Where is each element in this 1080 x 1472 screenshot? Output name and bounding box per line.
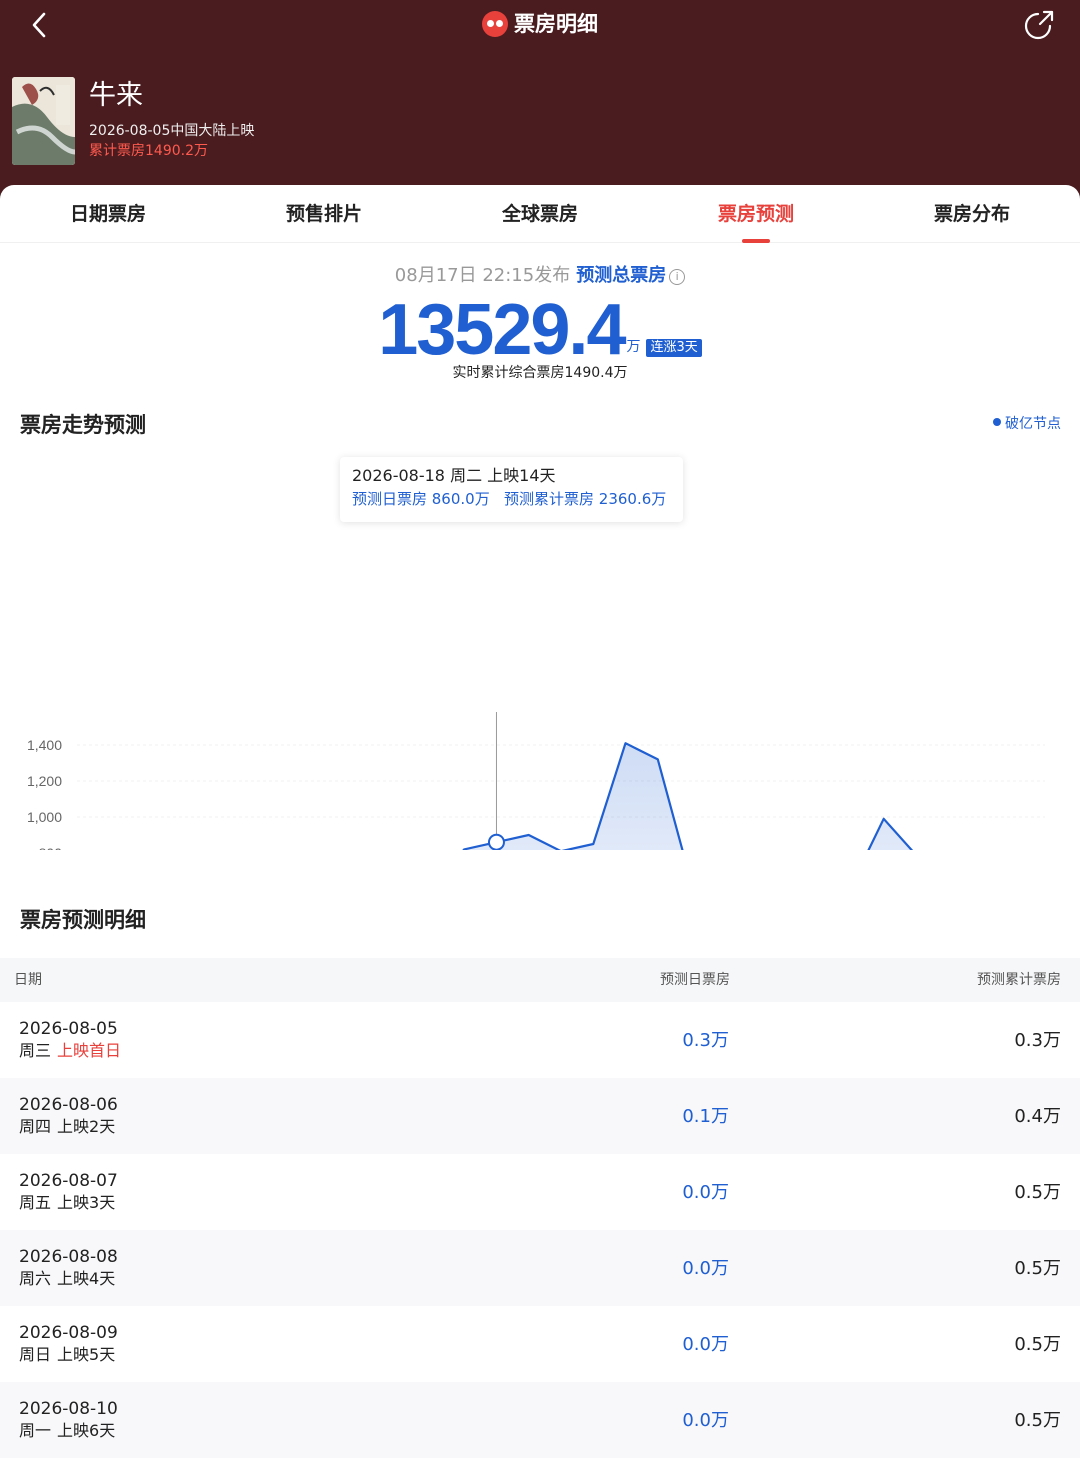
maoyan-logo-icon <box>482 11 508 37</box>
chart-legend[interactable]: 破亿节点 <box>993 414 1061 434</box>
row-daily-value: 0.0万 <box>682 1334 729 1355</box>
chart-tooltip: 2026-08-18 周二 上映14天 预测日票房 860.0万 预测累计票房 … <box>340 457 683 522</box>
row-cumulative-value: 0.5万 <box>1014 1258 1061 1279</box>
tab-global-box-office[interactable]: 全球票房 <box>432 185 648 243</box>
info-icon[interactable]: i <box>669 269 686 285</box>
release-day-tag: 上映首日 <box>57 1041 122 1060</box>
release-info: 2026-08-05中国大陆上映 <box>89 123 255 139</box>
release-day-tag: 上映3天 <box>57 1193 116 1212</box>
row-date: 2026-08-07 <box>19 1171 118 1191</box>
legend-label: 破亿节点 <box>1005 416 1061 432</box>
release-day-tag: 上映5天 <box>57 1345 116 1364</box>
col-date: 日期 <box>14 972 42 988</box>
row-cumulative-value: 0.3万 <box>1014 1030 1061 1051</box>
table-row[interactable]: 2026-08-10 周一 上映6天 0.0万 0.5万 <box>0 1382 1080 1458</box>
row-daily-value: 0.3万 <box>682 1030 729 1051</box>
row-cumulative-value: 0.5万 <box>1014 1182 1061 1203</box>
table-row[interactable]: 2026-08-06 周四 上映2天 0.1万 0.4万 <box>0 1078 1080 1154</box>
row-date: 2026-08-10 <box>19 1399 118 1419</box>
streak-badge: 连涨3天 <box>646 339 702 357</box>
row-daily-value: 0.0万 <box>682 1258 729 1279</box>
row-date: 2026-08-06 <box>19 1095 118 1115</box>
col-cumulative-forecast: 预测累计票房 <box>977 972 1061 988</box>
row-weekday: 周三 上映首日 <box>19 1041 122 1060</box>
realtime-box-office: 实时累计综合票房1490.4万 <box>452 365 628 381</box>
y-tick-label: 1,400 <box>27 737 62 753</box>
tab-box-office-forecast[interactable]: 票房预测 <box>648 185 864 243</box>
movie-title: 牛来 <box>89 80 143 111</box>
movie-poster[interactable] <box>12 77 75 165</box>
table-row[interactable]: 2026-08-08 周六 上映4天 0.0万 0.5万 <box>0 1230 1080 1306</box>
forecast-total-value: 13529.4 <box>378 290 626 370</box>
trend-section-title: 票房走势预测 <box>20 413 146 437</box>
chart-line <box>462 742 914 850</box>
chart-highlight-point <box>487 833 505 850</box>
tooltip-values: 预测日票房 860.0万 预测累计票房 2360.6万 <box>352 487 671 511</box>
forecast-publish-line: 08月17日 22:15发布 预测总票房 i <box>0 263 1080 289</box>
header: 票房明细 牛来 2026-08-05中国大陆上映 累计票房1490.2万 <box>0 0 1080 200</box>
row-cumulative-value: 0.5万 <box>1014 1410 1061 1431</box>
release-day-tag: 上映6天 <box>57 1421 116 1440</box>
row-daily-value: 0.1万 <box>682 1106 729 1127</box>
forecast-total-label: 预测总票房 <box>576 265 667 286</box>
col-daily-forecast: 预测日票房 <box>660 972 730 988</box>
tab-bar: 日期票房 预售排片 全球票房 票房预测 票房分布 <box>0 185 1080 243</box>
release-day-tag: 上映4天 <box>57 1269 116 1288</box>
release-day-tag: 上映2天 <box>57 1117 116 1136</box>
page-title: 票房明细 <box>0 8 1080 40</box>
y-tick-label: 1,000 <box>27 809 62 825</box>
main-content: 日期票房 预售排片 全球票房 票房预测 票房分布 08月17日 22:15发布预… <box>0 185 1080 1472</box>
row-weekday: 周六 上映4天 <box>19 1269 116 1288</box>
share-icon[interactable] <box>1024 8 1056 40</box>
page-title-text: 票房明细 <box>514 12 598 36</box>
table-row[interactable]: 2026-08-07 周五 上映3天 0.0万 0.5万 <box>0 1154 1080 1230</box>
row-weekday: 周一 上映6天 <box>19 1421 116 1440</box>
table-header: 日期 预测日票房 预测累计票房 <box>0 958 1080 1002</box>
row-daily-value: 0.0万 <box>682 1182 729 1203</box>
tab-presale[interactable]: 预售排片 <box>216 185 432 243</box>
forecast-total-wrap: 13529.4 万连涨3天 <box>0 290 1080 370</box>
row-date: 2026-08-08 <box>19 1247 118 1267</box>
row-date: 2026-08-05 <box>19 1019 118 1039</box>
tab-daily-box-office[interactable]: 日期票房 <box>0 185 216 243</box>
y-tick-label: 800 <box>39 845 63 850</box>
publish-time: 08月17日 22:15发布 <box>394 265 571 286</box>
legend-dot-icon <box>993 418 1001 426</box>
detail-section-title: 票房预测明细 <box>20 908 146 932</box>
row-weekday: 周五 上映3天 <box>19 1193 116 1212</box>
row-cumulative-value: 0.5万 <box>1014 1334 1061 1355</box>
tooltip-daily: 预测日票房 860.0万 <box>352 490 490 508</box>
row-cumulative-value: 0.4万 <box>1014 1106 1061 1127</box>
tooltip-date: 2026-08-18 周二 上映14天 <box>352 466 556 485</box>
row-date: 2026-08-09 <box>19 1323 118 1343</box>
table-row[interactable]: 2026-08-05 周三 上映首日 0.3万 0.3万 <box>0 1002 1080 1078</box>
row-weekday: 周日 上映5天 <box>19 1345 116 1364</box>
row-weekday: 周四 上映2天 <box>19 1117 116 1136</box>
forecast-total-unit: 万 <box>626 339 641 355</box>
chart-area <box>463 743 912 850</box>
row-daily-value: 0.0万 <box>682 1410 729 1431</box>
tooltip-cumulative: 预测累计票房 2360.6万 <box>504 490 667 508</box>
tab-box-office-distribution[interactable]: 票房分布 <box>864 185 1080 243</box>
y-tick-label: 1,200 <box>27 773 62 789</box>
table-row[interactable]: 2026-08-09 周日 上映5天 0.0万 0.5万 <box>0 1306 1080 1382</box>
poster-image <box>12 77 75 165</box>
cumulative-box-office: 累计票房1490.2万 <box>89 143 208 159</box>
